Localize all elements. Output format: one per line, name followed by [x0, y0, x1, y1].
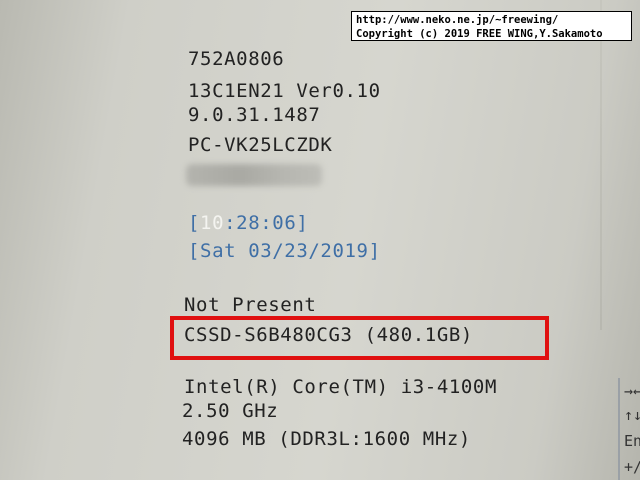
time-hour-selected[interactable]: 10 [200, 212, 224, 234]
watermark-copyright: Copyright (c) 2019 FREE WING,Y.Sakamoto [356, 28, 603, 40]
highlight-box [170, 316, 549, 360]
system-time[interactable]: [10:28:06] [188, 212, 308, 234]
memory-info: 4096 MB (DDR3L:1600 MHz) [182, 428, 471, 450]
watermark-url: http://www.neko.ne.jp/~freewing/ [356, 14, 559, 26]
ec-version: 13C1EN21 Ver0.10 [188, 80, 381, 102]
arrows-left-right-icon: →← [624, 382, 640, 400]
system-date[interactable]: [Sat 03/23/2019] [188, 240, 381, 262]
model-number: PC-VK25LCZDK [188, 134, 333, 156]
me-version: 9.0.31.1487 [188, 104, 321, 126]
bios-version: 752A0806 [188, 48, 285, 70]
blurred-serial [186, 164, 322, 186]
storage-slot-1: Not Present [184, 294, 317, 316]
help-panel: →← ↑↓ Ent +/- [618, 378, 640, 480]
cpu-name: Intel(R) Core(TM) i3-4100M [184, 376, 498, 398]
watermark: http://www.neko.ne.jp/~freewing/ Copyrig… [351, 11, 632, 41]
cpu-speed: 2.50 GHz [182, 400, 279, 422]
arrows-up-down-icon: ↑↓ [624, 406, 640, 424]
panel-divider [600, 0, 602, 330]
time-rest: :28:06] [224, 212, 309, 234]
plus-minus-key-label: +/- [624, 458, 640, 476]
enter-key-label: Ent [624, 432, 640, 450]
time-open-bracket: [ [188, 212, 201, 234]
